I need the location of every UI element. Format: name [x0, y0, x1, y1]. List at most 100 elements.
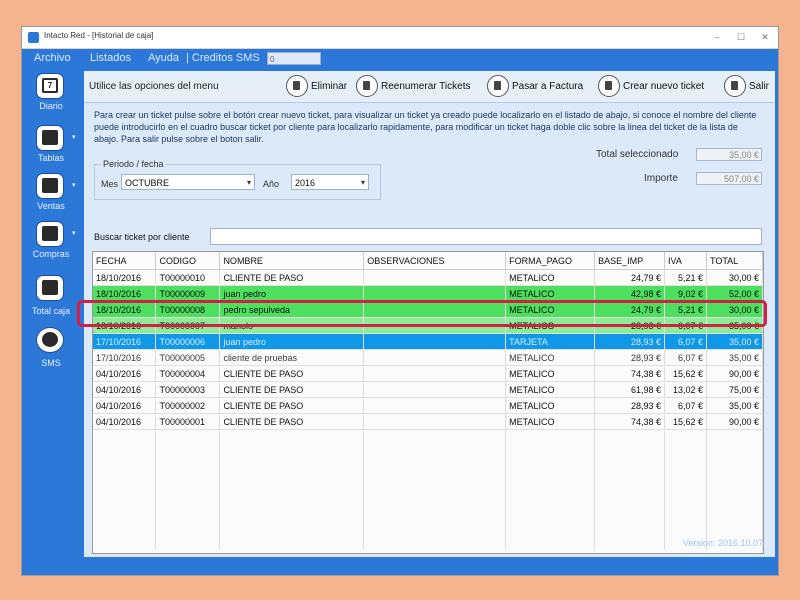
empty-cell: [93, 460, 157, 475]
empty-cell: [594, 429, 666, 445]
col-codigo[interactable]: CODIGO: [155, 252, 221, 270]
table-cell: 17/10/2016: [93, 349, 157, 366]
close-icon[interactable]: ✕: [756, 30, 774, 44]
table-row[interactable]: 18/10/2016 T00000007 manolo METALICO 28,93 €…: [93, 317, 763, 334]
table-cell: CLIENTE DE PASO: [219, 365, 365, 382]
empty-cell: [363, 460, 507, 475]
delete-button[interactable]: Eliminar: [286, 74, 347, 98]
new-ticket-button[interactable]: Crear nuevo ticket: [598, 74, 704, 98]
table-cell: [363, 365, 507, 382]
sms-credits-field: 0: [267, 52, 321, 65]
chevron-down-icon: ▾: [72, 230, 76, 237]
table-row[interactable]: 04/10/2016 T00000003 CLIENTE DE PASO METALI…: [93, 381, 763, 398]
col-fecha[interactable]: FECHA: [93, 252, 157, 270]
col-total[interactable]: TOTAL: [706, 252, 763, 270]
sidebar-item-sms[interactable]: SMS: [22, 325, 80, 375]
empty-row: [93, 475, 763, 490]
table-cell: METALICO: [505, 301, 596, 318]
table-cell: [363, 301, 507, 318]
sidebar-item-compras[interactable]: ▾ Compras: [22, 219, 80, 269]
toolbar-hint: Utilice las opciones del menu: [89, 81, 219, 92]
empty-cell: [594, 520, 666, 535]
col-base-imp[interactable]: BASE_IMP: [594, 252, 666, 270]
menu-ayuda[interactable]: Ayuda: [148, 52, 179, 64]
table-cell: manolo: [219, 317, 365, 334]
exit-button[interactable]: Salir: [724, 74, 769, 98]
table-row[interactable]: 18/10/2016 T00000010 CLIENTE DE PASO METALI…: [93, 269, 763, 286]
empty-cell: [505, 535, 596, 550]
table-cell: 04/10/2016: [93, 413, 157, 430]
table-cell: 17/10/2016: [93, 333, 157, 350]
table-cell: 90,00 €: [706, 365, 763, 382]
refresh-icon: [356, 75, 378, 97]
sms-icon: [36, 327, 64, 353]
total-selected-label: Total seleccionado: [596, 149, 679, 160]
table-cell: 75,00 €: [706, 381, 763, 398]
minimize-icon[interactable]: –: [708, 30, 726, 44]
empty-cell: [219, 520, 365, 535]
chevron-down-icon: ▾: [360, 178, 365, 187]
table-cell: 9,02 €: [664, 285, 707, 302]
empty-cell: [93, 535, 157, 550]
empty-cell: [505, 520, 596, 535]
empty-cell: [93, 490, 157, 505]
table-row[interactable]: 18/10/2016 T00000009 juan pedro METALICO 42,…: [93, 285, 763, 302]
sidebar-item-ventas[interactable]: ▾ Ventas: [22, 171, 80, 221]
table-row[interactable]: 04/10/2016 T00000004 CLIENTE DE PASO METALI…: [93, 365, 763, 382]
sidebar-item-total-caja[interactable]: Total caja: [22, 273, 80, 323]
table-cell: METALICO: [505, 397, 596, 414]
col-nombre[interactable]: NOMBRE: [219, 252, 365, 270]
col-forma-pago[interactable]: FORMA_PAGO: [505, 252, 596, 270]
empty-cell: [93, 520, 157, 535]
empty-cell: [505, 505, 596, 520]
table-cell: 30,00 €: [706, 301, 763, 318]
empty-cell: [664, 490, 707, 505]
table-row[interactable]: 04/10/2016 T00000001 CLIENTE DE PASO METALI…: [93, 413, 763, 430]
renumber-tickets-button[interactable]: Reenumerar Tickets: [356, 74, 470, 98]
table-cell: CLIENTE DE PASO: [219, 397, 365, 414]
title-bar: Intacto Red - [Historial de caja] – ☐ ✕: [22, 27, 778, 49]
table-cell: 6,07 €: [664, 333, 707, 350]
empty-cell: [505, 475, 596, 490]
empty-cell: [219, 490, 365, 505]
table-cell: METALICO: [505, 349, 596, 366]
sidebar-item-diario[interactable]: 7 Diario: [22, 71, 80, 121]
sidebar-item-tablas[interactable]: ▾ Tablas: [22, 123, 80, 173]
empty-cell: [706, 429, 763, 445]
table-row[interactable]: 17/10/2016 T00000005 cliente de pruebas MET…: [93, 349, 763, 366]
table-cell: pedro sepulveda: [219, 301, 365, 318]
table-cell: [363, 397, 507, 414]
menu-listados[interactable]: Listados: [90, 52, 131, 64]
search-input[interactable]: [210, 228, 762, 245]
year-label: Año: [263, 179, 280, 189]
month-select[interactable]: OCTUBRE ▾: [121, 174, 255, 190]
to-invoice-button[interactable]: Pasar a Factura: [487, 74, 583, 98]
table-cell: T00000003: [155, 381, 221, 398]
table-cell: 35,00 €: [706, 333, 763, 350]
menu-archivo[interactable]: Archivo: [34, 52, 71, 64]
col-iva[interactable]: IVA: [664, 252, 707, 270]
table-cell: METALICO: [505, 365, 596, 382]
empty-cell: [155, 490, 221, 505]
table-row[interactable]: 04/10/2016 T00000002 CLIENTE DE PASO METALI…: [93, 397, 763, 414]
table-cell: 18/10/2016: [93, 285, 157, 302]
year-select[interactable]: 2016 ▾: [291, 174, 369, 190]
col-observaciones[interactable]: OBSERVACIONES: [363, 252, 507, 270]
table-cell: T00000008: [155, 301, 221, 318]
exit-icon: [724, 75, 746, 97]
table-cell: METALICO: [505, 413, 596, 430]
chevron-down-icon: ▾: [72, 182, 76, 189]
table-cell: 24,79 €: [594, 269, 666, 286]
empty-cell: [706, 520, 763, 535]
table-row[interactable]: 17/10/2016 T00000006 juan pedro TARJETA 28,9…: [93, 333, 763, 350]
empty-row: [93, 505, 763, 520]
table-cell: 13,02 €: [664, 381, 707, 398]
table-cell: 04/10/2016: [93, 365, 157, 382]
window-title: Intacto Red - [Historial de caja]: [44, 31, 154, 40]
table-row[interactable]: 18/10/2016 T00000008 pedro sepulveda METALI…: [93, 301, 763, 318]
maximize-icon[interactable]: ☐: [732, 30, 750, 44]
table-cell: CLIENTE DE PASO: [219, 269, 365, 286]
period-legend: Periodo / fecha: [101, 159, 166, 169]
empty-row: [93, 429, 763, 445]
table-cell: 15,62 €: [664, 413, 707, 430]
